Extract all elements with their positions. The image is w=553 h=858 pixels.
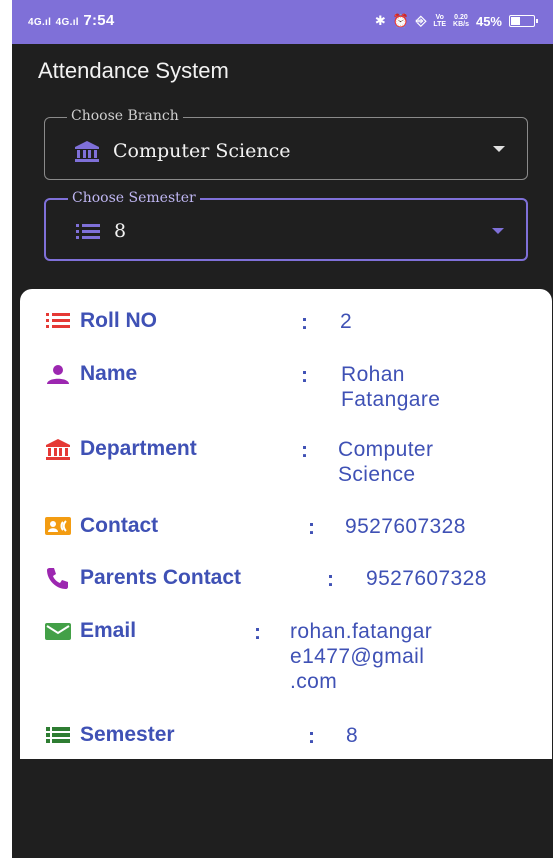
parents-contact-label: Parents Contact bbox=[44, 566, 241, 590]
institution-icon bbox=[75, 141, 99, 162]
department-colon: : bbox=[301, 439, 308, 462]
contact-card-icon bbox=[45, 517, 71, 535]
status-left: 4G.ıl 4G.ıl 7:54 bbox=[28, 12, 115, 29]
status-right: ✱ ⏰ ⎆ Vo LTE 0.20 KB/s 45% bbox=[374, 13, 538, 29]
chevron-down-icon[interactable] bbox=[492, 228, 504, 234]
semester-value-text: 8 bbox=[114, 220, 127, 242]
semester-label: Semester bbox=[44, 723, 175, 747]
app-title: Attendance System bbox=[38, 58, 229, 83]
status-bar: 4G.ıl 4G.ıl 7:54 ✱ ⏰ ⎆ Vo LTE 0.20 KB/s 45… bbox=[12, 0, 553, 44]
email-icon bbox=[45, 623, 71, 640]
alarm-icon: ⏰ bbox=[392, 13, 409, 28]
branch-value: Computer Science bbox=[73, 139, 291, 163]
network-2: 4G bbox=[55, 17, 70, 28]
roll-label: Roll NO bbox=[44, 309, 157, 333]
status-time: 7:54 bbox=[83, 12, 115, 29]
branch-value-text: Computer Science bbox=[113, 140, 291, 162]
roll-value: 2 bbox=[340, 310, 353, 333]
semester-colon: : bbox=[308, 725, 315, 748]
list-icon bbox=[46, 727, 70, 743]
vibrate-icon: ⎆ bbox=[415, 13, 427, 28]
department-label: Department bbox=[44, 437, 197, 461]
semester-dropdown-label: Choose Semester bbox=[68, 190, 200, 206]
phone-icon bbox=[47, 568, 68, 589]
battery-percent: 45% bbox=[475, 13, 502, 29]
name-value: Rohan Fatangare bbox=[341, 363, 441, 411]
parents-contact-value: 9527607328 bbox=[366, 567, 487, 590]
email-colon: : bbox=[254, 621, 261, 644]
network-1: 4G bbox=[28, 17, 42, 28]
department-value: Computer Science bbox=[338, 438, 434, 486]
semester-value: 8 bbox=[346, 724, 359, 747]
volte-icon: Vo LTE bbox=[433, 14, 447, 28]
list-icon bbox=[76, 224, 100, 239]
student-details-card: Roll NO : 2 Name : Rohan Fatangare Depar… bbox=[20, 289, 552, 759]
person-icon bbox=[47, 365, 69, 384]
phone-screen: 4G.ıl 4G.ıl 7:54 ✱ ⏰ ⎆ Vo LTE 0.20 KB/s 45… bbox=[12, 0, 553, 858]
name-colon: : bbox=[301, 364, 308, 387]
contact-label: Contact bbox=[44, 514, 158, 538]
parents-contact-colon: : bbox=[327, 568, 334, 591]
name-label: Name bbox=[44, 362, 137, 386]
chevron-down-icon[interactable] bbox=[493, 146, 505, 152]
numbered-list-icon bbox=[46, 313, 70, 328]
contact-value: 9527607328 bbox=[345, 515, 466, 538]
email-label: Email bbox=[44, 619, 136, 643]
contact-colon: : bbox=[308, 516, 315, 539]
email-value: rohan.fatangar e1477@gmail .com bbox=[290, 620, 433, 693]
branch-dropdown-label: Choose Branch bbox=[67, 108, 183, 124]
branch-dropdown[interactable]: Choose Branch Computer Science bbox=[44, 108, 528, 180]
bluetooth-icon: ✱ bbox=[374, 13, 386, 28]
semester-dropdown[interactable]: Choose Semester 8 bbox=[44, 190, 528, 261]
battery-icon bbox=[509, 15, 538, 27]
roll-colon: : bbox=[301, 311, 308, 334]
institution-icon bbox=[46, 439, 70, 460]
semester-value: 8 bbox=[74, 219, 126, 243]
net-speed: 0.20 KB/s bbox=[453, 14, 469, 28]
